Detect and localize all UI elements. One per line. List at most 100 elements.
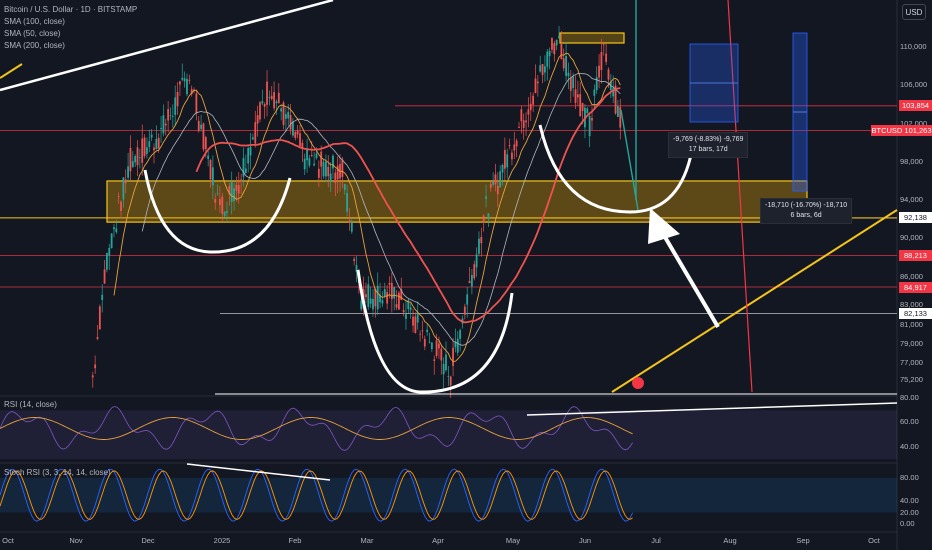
candle-body	[572, 76, 575, 89]
time-tick-label: Oct	[868, 536, 880, 545]
candle-body	[442, 364, 445, 375]
candle-body	[131, 161, 134, 168]
candle-body	[480, 236, 483, 244]
candle-body	[164, 123, 167, 126]
candle-body	[560, 43, 563, 59]
candle-body	[430, 342, 433, 350]
candle-body	[207, 155, 210, 160]
candle-body	[386, 292, 389, 304]
candle-body	[157, 137, 160, 149]
measure-2-text: -18,710 (-16.70%) -18,710	[765, 202, 848, 209]
currency-button[interactable]: USD	[902, 4, 926, 20]
candle-body	[508, 145, 511, 147]
candle-body	[529, 103, 532, 110]
stoch-tick-label: 0.00	[900, 519, 915, 529]
candle-body	[256, 115, 259, 124]
price-label: 88,213	[899, 249, 932, 261]
candle-body	[209, 160, 212, 180]
price-label: 92,138	[899, 212, 932, 224]
candle-body	[581, 103, 584, 111]
candle-body	[219, 199, 221, 206]
candle-body	[320, 151, 323, 167]
candle-body	[511, 152, 513, 160]
candle-body	[499, 171, 502, 188]
price-tick-label: 110,000	[900, 42, 927, 51]
candle-body	[369, 298, 372, 304]
candle-body	[310, 154, 313, 156]
time-tick-label: 2025	[213, 536, 231, 545]
price-label: 84,917	[899, 281, 932, 293]
candle-body	[280, 108, 283, 112]
candle-body	[576, 94, 579, 98]
measure-box-2: -18,710 (-16.70%) -18,710 6 bars, 6d	[760, 198, 853, 224]
candle-body	[96, 337, 99, 339]
candle-body	[103, 269, 106, 284]
time-tick-label: Nov	[69, 536, 83, 545]
candle-body	[183, 78, 186, 82]
candle-body	[211, 167, 214, 186]
candle-body	[322, 161, 325, 177]
candle-body	[263, 104, 266, 107]
sma200-legend: SMA (200, close)	[4, 41, 65, 50]
candle-body	[343, 184, 346, 190]
candle-body	[513, 144, 516, 151]
candle-body	[101, 294, 104, 300]
candle-body	[273, 91, 275, 109]
candle-body	[240, 179, 243, 182]
measure-box-1: -9,769 (-8.83%) -9,769 17 bars, 17d	[668, 132, 749, 158]
candle-body	[296, 130, 299, 135]
price-chart[interactable]	[0, 0, 932, 550]
candle-body	[449, 376, 452, 386]
stoch-tick-label: 40.00	[900, 495, 919, 505]
candle-body	[409, 307, 412, 310]
candle-body	[588, 115, 591, 137]
price-label: BTCUSD 101,263	[871, 125, 932, 137]
candle-body	[350, 222, 353, 232]
price-tick-label: 86,000	[900, 271, 923, 281]
candle-body	[242, 157, 245, 177]
candle-body	[254, 122, 257, 144]
candle-body	[525, 120, 527, 123]
candle-body	[522, 120, 525, 128]
candle-body	[179, 81, 181, 85]
candle-body	[374, 289, 377, 307]
candle-body	[426, 329, 429, 333]
candle-body	[249, 146, 252, 156]
price-tick-label: 94,000	[900, 195, 923, 205]
candle-body	[197, 120, 200, 132]
candle-body	[174, 97, 177, 115]
time-tick-label: Feb	[288, 536, 302, 545]
price-tick-label: 79,000	[900, 338, 923, 348]
candle-body	[329, 173, 332, 182]
time-tick-label: Aug	[723, 536, 737, 545]
candle-body	[482, 215, 485, 223]
candle-body	[176, 91, 179, 107]
candle-body	[607, 69, 610, 80]
candle-body	[346, 193, 348, 212]
candle-body	[372, 298, 374, 310]
drawing-cup-middle	[356, 269, 514, 394]
price-tick-label: 106,000	[900, 80, 928, 90]
candle-body	[501, 164, 504, 173]
candle-body	[569, 77, 572, 91]
candle-body	[494, 174, 497, 185]
candle-body	[127, 166, 129, 178]
candle-body	[124, 179, 127, 184]
candle-body	[200, 124, 202, 129]
flag-icon	[632, 377, 644, 389]
candle-body	[195, 93, 198, 114]
candle-body	[353, 258, 356, 262]
candle-body	[440, 348, 443, 361]
candle-body	[518, 126, 520, 128]
candle-body	[235, 184, 238, 191]
measure-1-text: -9,769 (-8.83%) -9,769	[673, 136, 744, 143]
candle-body	[108, 247, 111, 256]
stoch-tick-label: 80.00	[900, 472, 919, 482]
candle-body	[332, 155, 334, 169]
candle-body	[308, 158, 311, 166]
candle-body	[315, 153, 318, 159]
candle-body	[214, 198, 217, 203]
candle-body	[348, 220, 351, 223]
candle-body	[551, 38, 553, 50]
candle-body	[169, 115, 172, 117]
